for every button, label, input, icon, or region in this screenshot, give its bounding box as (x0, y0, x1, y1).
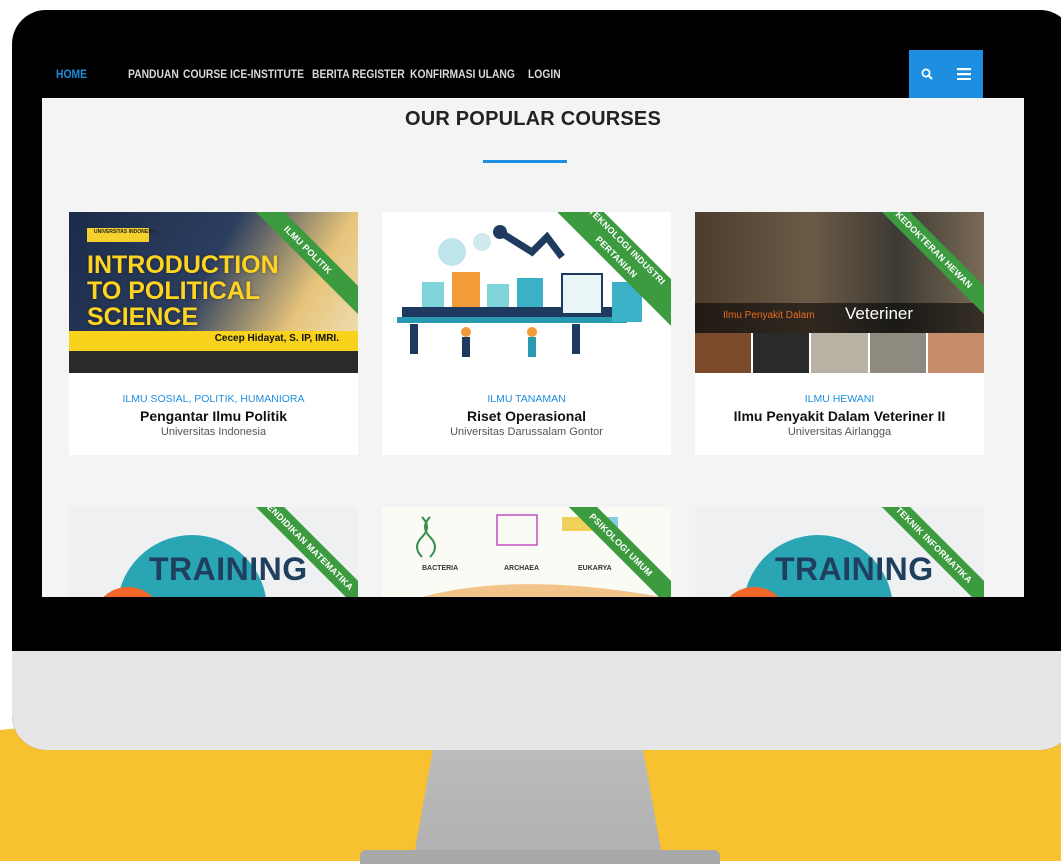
course-thumbnail: TEKNOLOGI INDUSTRI PERTANIAN (382, 212, 671, 373)
title-underline (483, 160, 567, 163)
nav-item-berita[interactable]: BERITA (312, 67, 350, 81)
monitor-stand-neck (413, 749, 663, 861)
thumbnail-text-line1: INTRODUCTION (87, 251, 279, 279)
course-card-riset-operasional[interactable]: TEKNOLOGI INDUSTRI PERTANIAN ILMU TANAMA… (382, 212, 671, 455)
nav-item-course[interactable]: COURSE (183, 67, 227, 81)
course-card-training-informatika[interactable]: TRAINING TEKNIK INFORMATIKA (695, 507, 984, 597)
course-card-pengantar-ilmu-politik[interactable]: UNIVERSITAS INDONESIA INTRODUCTION TO PO… (69, 212, 358, 455)
domain-label-eukarya: EUKARYA (578, 565, 612, 572)
course-thumbnail: Ilmu Penyakit Dalam Veteriner KEDOKTERAN… (695, 212, 984, 373)
thumbnail-caption-text2: Veteriner (845, 304, 914, 323)
top-navbar: HOME PANDUAN COURSE ICE-INSTITUTE BERITA… (42, 50, 1024, 98)
nav-item-home[interactable]: HOME (56, 67, 87, 81)
card-body: ILMU SOSIAL, POLITIK, HUMANIORA Penganta… (69, 373, 358, 455)
course-institution: Universitas Indonesia (160, 426, 267, 438)
course-institution: Universitas Airlangga (787, 426, 892, 438)
domain-label-bacteria: BACTERIA (422, 565, 459, 572)
card-body: ILMU TANAMAN Riset Operasional Universit… (382, 373, 671, 455)
nav-item-register[interactable]: REGISTER (352, 67, 405, 81)
nav-item-ice-institute[interactable]: ICE-INSTITUTE (230, 67, 304, 81)
nav-menu: HOME PANDUAN COURSE ICE-INSTITUTE BERITA… (56, 50, 566, 98)
animal-photo-row (695, 333, 984, 373)
course-thumbnail: TRAINING PENDIDIKAN MATEMATIKA (69, 507, 358, 597)
course-category[interactable]: ILMU SOSIAL, POLITIK, HUMANIORA (69, 393, 358, 405)
domain-label-archaea: ARCHAEA (504, 565, 539, 572)
course-title[interactable]: Riset Operasional (382, 408, 671, 424)
course-card-psikologi-umum[interactable]: BACTERIA ARCHAEA EUKARYA PSIKOLOGI UMUM (382, 507, 671, 597)
nav-item-login[interactable]: LOGIN (528, 67, 561, 81)
thumbnail-text: TRAINING (775, 551, 934, 587)
section-title: OUR POPULAR COURSES (404, 108, 662, 130)
course-card-ilmu-penyakit-dalam-veteriner[interactable]: Ilmu Penyakit Dalam Veteriner KEDOKTERAN… (695, 212, 984, 455)
course-thumbnail: BACTERIA ARCHAEA EUKARYA PSIKOLOGI UMUM (382, 507, 671, 597)
course-title[interactable]: Ilmu Penyakit Dalam Veteriner II (695, 408, 984, 424)
course-institution: Universitas Darussalam Gontor (450, 426, 603, 438)
thumbnail-text: TRAINING (149, 551, 308, 587)
card-body: ILMU HEWANI Ilmu Penyakit Dalam Veterine… (695, 373, 984, 455)
hamburger-menu-icon[interactable] (957, 68, 971, 80)
university-logo-text: UNIVERSITAS INDONESIA (94, 229, 157, 235)
browser-screen: HOME PANDUAN COURSE ICE-INSTITUTE BERITA… (42, 50, 1024, 597)
monitor-stand-base (360, 850, 720, 864)
course-category[interactable]: ILMU HEWANI (695, 393, 984, 405)
course-category[interactable]: ILMU TANAMAN (382, 393, 671, 405)
monitor-chin (12, 651, 1061, 750)
thumbnail-caption-text1: Ilmu Penyakit Dalam (723, 310, 815, 321)
course-title[interactable]: Pengantar Ilmu Politik (69, 408, 358, 424)
lecturer-name: Cecep Hidayat, S. IP, IMRI. (214, 333, 339, 344)
course-thumbnail: UNIVERSITAS INDONESIA INTRODUCTION TO PO… (69, 212, 358, 373)
thumbnail-footer (69, 351, 358, 373)
nav-action-buttons (909, 50, 983, 98)
course-thumbnail: TRAINING TEKNIK INFORMATIKA (695, 507, 984, 597)
nav-item-konfirmasi-ulang[interactable]: KONFIRMASI ULANG (410, 67, 515, 81)
nav-item-panduan[interactable]: PANDUAN (128, 67, 179, 81)
thumbnail-text-line2: TO POLITICAL (87, 277, 261, 305)
thumbnail-text-line3: SCIENCE (87, 303, 199, 331)
course-card-training-matematika[interactable]: TRAINING PENDIDIKAN MATEMATIKA (69, 507, 358, 597)
search-icon[interactable] (921, 68, 933, 80)
